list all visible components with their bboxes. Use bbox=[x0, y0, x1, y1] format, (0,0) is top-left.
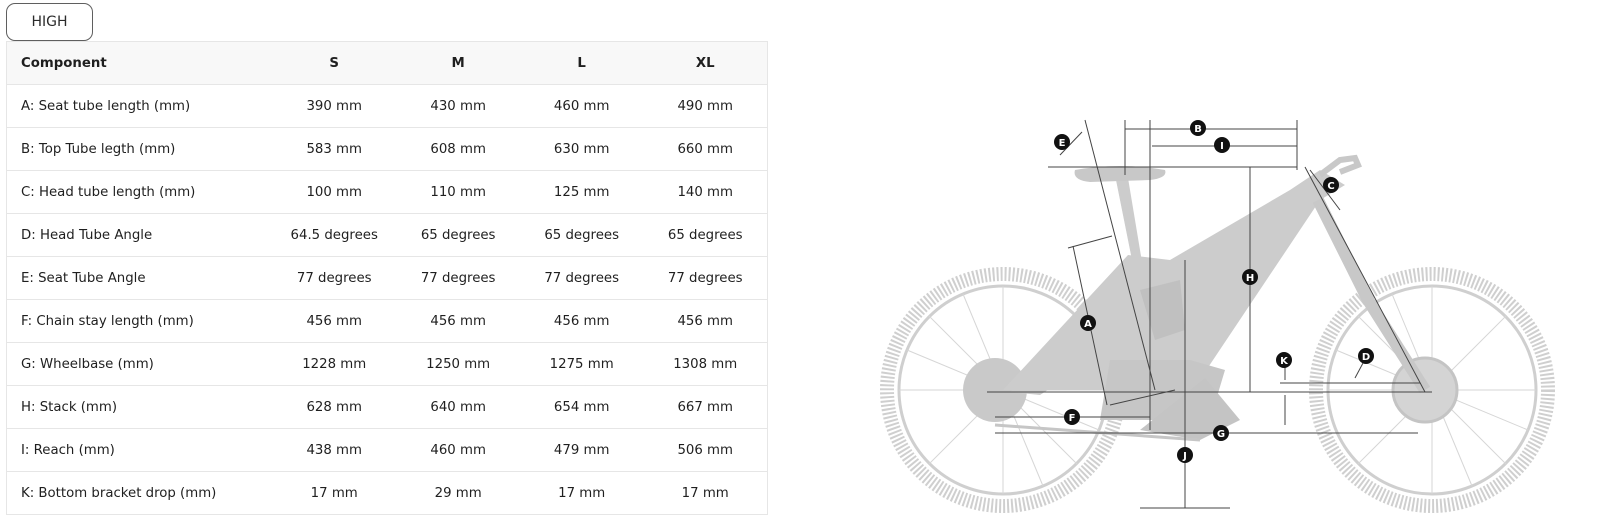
component-name-cell: E: Seat Tube Angle bbox=[6, 256, 273, 300]
column-header-component: Component bbox=[6, 41, 273, 85]
size-l-cell: 125 mm bbox=[519, 170, 644, 214]
size-l-cell: 456 mm bbox=[519, 299, 644, 343]
size-xl-cell: 660 mm bbox=[643, 127, 769, 171]
size-xl-cell: 667 mm bbox=[643, 385, 769, 429]
table-row: B: Top Tube legth (mm) 583 mm 608 mm 630 mm… bbox=[6, 127, 769, 171]
size-s-cell: 77 degrees bbox=[272, 256, 397, 300]
table-row: I: Reach (mm) 438 mm 460 mm 479 mm 506 mm bbox=[6, 428, 769, 472]
marker-f: F bbox=[1069, 413, 1076, 424]
bike-illustration bbox=[880, 154, 1555, 513]
size-m-cell: 65 degrees bbox=[396, 213, 520, 257]
size-m-cell: 430 mm bbox=[396, 84, 520, 128]
component-name-cell: D: Head Tube Angle bbox=[6, 213, 273, 257]
size-l-cell: 630 mm bbox=[519, 127, 644, 171]
size-xl-cell: 17 mm bbox=[643, 471, 769, 515]
table-row: E: Seat Tube Angle 77 degrees 77 degrees 77… bbox=[6, 256, 769, 300]
marker-h: H bbox=[1246, 273, 1254, 284]
marker-e: E bbox=[1059, 138, 1066, 149]
marker-b: B bbox=[1194, 124, 1202, 135]
component-name-cell: G: Wheelbase (mm) bbox=[6, 342, 273, 386]
size-l-cell: 460 mm bbox=[519, 84, 644, 128]
size-l-cell: 1275 mm bbox=[519, 342, 644, 386]
size-s-cell: 438 mm bbox=[272, 428, 397, 472]
marker-d: D bbox=[1362, 352, 1370, 363]
table-row: A: Seat tube length (mm) 390 mm 430 mm 460 … bbox=[6, 84, 769, 128]
component-name-cell: A: Seat tube length (mm) bbox=[6, 84, 273, 128]
size-l-cell: 479 mm bbox=[519, 428, 644, 472]
component-name-cell: H: Stack (mm) bbox=[6, 385, 273, 429]
component-name-cell: F: Chain stay length (mm) bbox=[6, 299, 273, 343]
size-l-cell: 17 mm bbox=[519, 471, 644, 515]
size-s-cell: 456 mm bbox=[272, 299, 397, 343]
component-name-cell: B: Top Tube legth (mm) bbox=[6, 127, 273, 171]
marker-k: K bbox=[1280, 356, 1289, 367]
size-xl-cell: 506 mm bbox=[643, 428, 769, 472]
column-header-s: S bbox=[272, 41, 397, 85]
table-row: D: Head Tube Angle 64.5 degrees 65 degrees… bbox=[6, 213, 769, 257]
size-s-cell: 64.5 degrees bbox=[272, 213, 397, 257]
size-s-cell: 583 mm bbox=[272, 127, 397, 171]
size-s-cell: 17 mm bbox=[272, 471, 397, 515]
size-l-cell: 77 degrees bbox=[519, 256, 644, 300]
tab-label: HIGH bbox=[31, 14, 68, 30]
size-m-cell: 456 mm bbox=[396, 299, 520, 343]
marker-g: G bbox=[1217, 429, 1225, 440]
size-m-cell: 640 mm bbox=[396, 385, 520, 429]
size-s-cell: 1228 mm bbox=[272, 342, 397, 386]
column-header-m: M bbox=[396, 41, 520, 85]
size-variant-tab-high[interactable]: HIGH bbox=[6, 3, 93, 41]
component-name-cell: C: Head tube length (mm) bbox=[6, 170, 273, 214]
column-header-l: L bbox=[519, 41, 644, 85]
size-xl-cell: 77 degrees bbox=[643, 256, 769, 300]
size-m-cell: 77 degrees bbox=[396, 256, 520, 300]
table-row: C: Head tube length (mm) 100 mm 110 mm 125 … bbox=[6, 170, 769, 214]
size-l-cell: 654 mm bbox=[519, 385, 644, 429]
size-s-cell: 390 mm bbox=[272, 84, 397, 128]
size-m-cell: 110 mm bbox=[396, 170, 520, 214]
marker-i: I bbox=[1220, 141, 1224, 152]
size-xl-cell: 65 degrees bbox=[643, 213, 769, 257]
table-row: G: Wheelbase (mm) 1228 mm 1250 mm 1275 mm 13… bbox=[6, 342, 769, 386]
size-m-cell: 29 mm bbox=[396, 471, 520, 515]
size-l-cell: 65 degrees bbox=[519, 213, 644, 257]
size-xl-cell: 1308 mm bbox=[643, 342, 769, 386]
size-m-cell: 608 mm bbox=[396, 127, 520, 171]
size-s-cell: 100 mm bbox=[272, 170, 397, 214]
marker-j: J bbox=[1182, 451, 1187, 462]
table-header-row: Component S M L XL bbox=[6, 41, 769, 85]
component-name-cell: K: Bottom bracket drop (mm) bbox=[6, 471, 273, 515]
table-row: K: Bottom bracket drop (mm) 17 mm 29 mm 17 … bbox=[6, 471, 769, 515]
column-header-xl: XL bbox=[643, 41, 769, 85]
marker-a: A bbox=[1084, 319, 1092, 330]
bike-geometry-diagram: E B I C H A K D F G J bbox=[880, 119, 1555, 513]
size-m-cell: 460 mm bbox=[396, 428, 520, 472]
size-m-cell: 1250 mm bbox=[396, 342, 520, 386]
size-xl-cell: 140 mm bbox=[643, 170, 769, 214]
component-name-cell: I: Reach (mm) bbox=[6, 428, 273, 472]
geometry-table: Component S M L XL A: Seat tube length (… bbox=[6, 41, 769, 515]
table-row: H: Stack (mm) 628 mm 640 mm 654 mm 667 mm bbox=[6, 385, 769, 429]
table-row: F: Chain stay length (mm) 456 mm 456 mm 456… bbox=[6, 299, 769, 343]
marker-c: C bbox=[1327, 181, 1334, 192]
size-xl-cell: 456 mm bbox=[643, 299, 769, 343]
size-s-cell: 628 mm bbox=[272, 385, 397, 429]
size-xl-cell: 490 mm bbox=[643, 84, 769, 128]
